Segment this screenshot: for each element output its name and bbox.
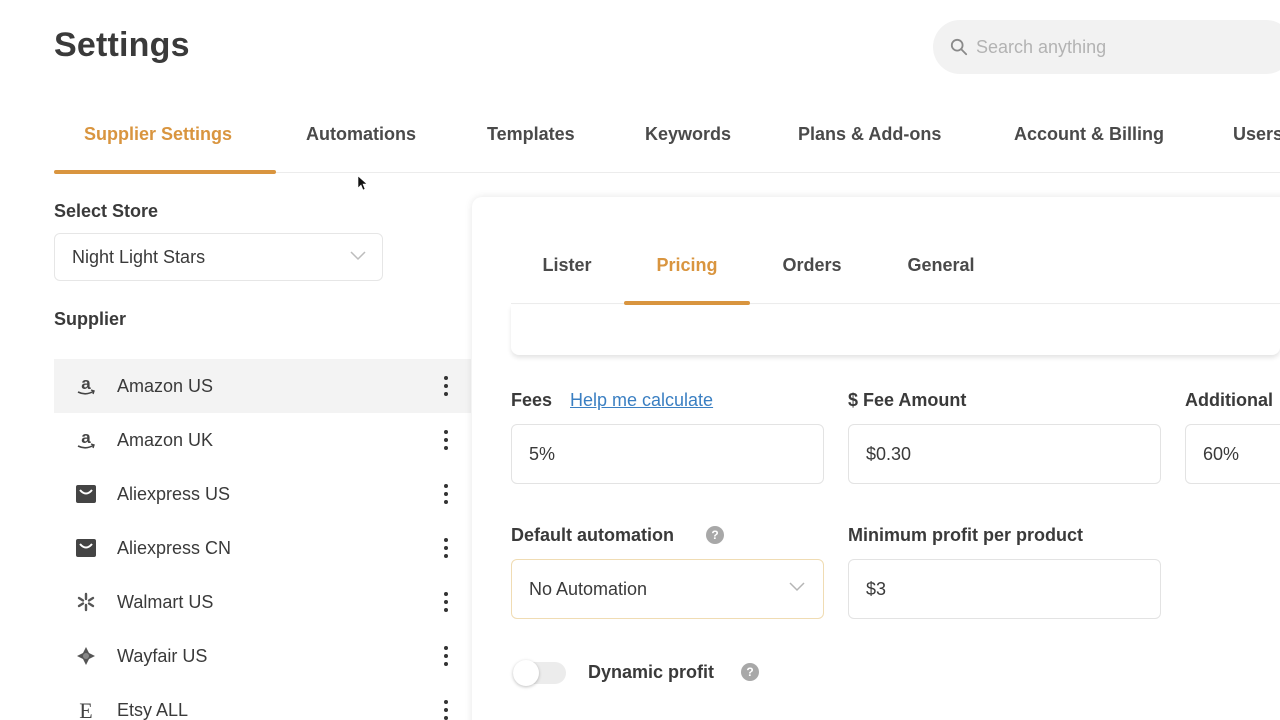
walmart-icon <box>74 590 98 614</box>
fee-amount-value: $0.30 <box>866 443 912 464</box>
search-input[interactable] <box>976 36 1256 58</box>
svg-text:E: E <box>79 699 92 720</box>
supplier-list: a Amazon US a Amazon UK Aliexpress US Al… <box>54 359 471 720</box>
additional-label: Additional <box>1185 390 1273 410</box>
dynamic-profit-label: Dynamic profit <box>588 662 715 682</box>
more-options-icon[interactable] <box>441 538 451 558</box>
aliexpress-icon <box>74 536 98 560</box>
supplier-label: Supplier <box>54 309 127 329</box>
more-options-icon[interactable] <box>441 430 451 450</box>
supplier-name: Aliexpress CN <box>117 537 232 558</box>
more-options-icon[interactable] <box>441 484 451 504</box>
tab-account-billing[interactable]: Account & Billing <box>1014 104 1164 173</box>
tab-supplier-settings[interactable]: Supplier Settings <box>54 104 276 174</box>
settings-tabs: Supplier Settings Automations Templates … <box>54 104 1280 174</box>
default-automation-label: Default automation <box>511 525 675 545</box>
additional-value: 60% <box>1203 443 1240 464</box>
min-profit-value: $3 <box>866 578 887 599</box>
dynamic-profit-toggle[interactable] <box>513 660 566 686</box>
toggle-knob <box>513 660 539 686</box>
tab-automations[interactable]: Automations <box>306 104 416 173</box>
supplier-sub-tabs: Lister Pricing Orders General <box>511 234 1280 305</box>
help-question-icon[interactable]: ? <box>706 526 724 544</box>
supplier-item-walmart-us[interactable]: Walmart US <box>54 575 471 629</box>
more-options-icon[interactable] <box>441 700 451 720</box>
aliexpress-icon <box>74 482 98 506</box>
chevron-down-icon <box>350 251 366 261</box>
additional-input[interactable]: 60% <box>1185 424 1280 484</box>
store-select-value: Night Light Stars <box>72 246 206 267</box>
svg-text:a: a <box>81 375 91 393</box>
supplier-name: Wayfair US <box>117 645 208 666</box>
store-select[interactable]: Night Light Stars <box>54 233 383 281</box>
supplier-item-amazon-uk[interactable]: a Amazon UK <box>54 413 471 467</box>
svg-text:a: a <box>81 429 91 447</box>
fee-amount-input[interactable]: $0.30 <box>848 424 1161 484</box>
supplier-item-amazon-us[interactable]: a Amazon US <box>54 359 471 413</box>
supplier-item-etsy-all[interactable]: E Etsy ALL <box>54 683 471 720</box>
supplier-name: Amazon US <box>117 375 214 396</box>
tab-keywords[interactable]: Keywords <box>645 104 731 173</box>
search-bar[interactable] <box>933 20 1280 74</box>
supplier-item-aliexpress-cn[interactable]: Aliexpress CN <box>54 521 471 575</box>
tab-pricing[interactable]: Pricing <box>624 234 750 305</box>
select-store-label: Select Store <box>54 201 159 221</box>
tab-lister[interactable]: Lister <box>511 234 623 304</box>
etsy-icon: E <box>74 698 98 720</box>
tab-orders[interactable]: Orders <box>760 234 864 304</box>
supplier-name: Amazon UK <box>117 429 214 450</box>
search-icon <box>950 38 968 56</box>
tab-plans-addons[interactable]: Plans & Add-ons <box>798 104 941 173</box>
amazon-icon: a <box>74 428 98 452</box>
supplier-name: Aliexpress US <box>117 483 231 504</box>
min-profit-label: Minimum profit per product <box>848 525 1083 545</box>
min-profit-input[interactable]: $3 <box>848 559 1161 619</box>
page-title: Settings <box>54 26 190 64</box>
chevron-down-icon <box>789 582 805 592</box>
tab-users[interactable]: Users <box>1233 104 1280 173</box>
fees-input[interactable]: 5% <box>511 424 824 484</box>
help-question-icon[interactable]: ? <box>741 663 759 681</box>
tab-templates[interactable]: Templates <box>487 104 575 173</box>
more-options-icon[interactable] <box>441 376 451 396</box>
more-options-icon[interactable] <box>441 592 451 612</box>
fees-label: Fees <box>511 390 553 410</box>
sub-tabs-divider <box>511 305 1280 355</box>
wayfair-icon <box>74 644 98 668</box>
default-automation-value: No Automation <box>529 578 648 599</box>
help-me-calculate-link[interactable]: Help me calculate <box>570 390 713 411</box>
tab-general[interactable]: General <box>883 234 999 304</box>
supplier-name: Walmart US <box>117 591 214 612</box>
amazon-icon: a <box>74 374 98 398</box>
more-options-icon[interactable] <box>441 646 451 666</box>
default-automation-select[interactable]: No Automation <box>511 559 824 619</box>
fees-value: 5% <box>529 443 556 464</box>
fee-amount-label: $ Fee Amount <box>848 390 967 410</box>
supplier-item-wayfair-us[interactable]: Wayfair US <box>54 629 471 683</box>
supplier-name: Etsy ALL <box>117 699 189 720</box>
supplier-item-aliexpress-us[interactable]: Aliexpress US <box>54 467 471 521</box>
